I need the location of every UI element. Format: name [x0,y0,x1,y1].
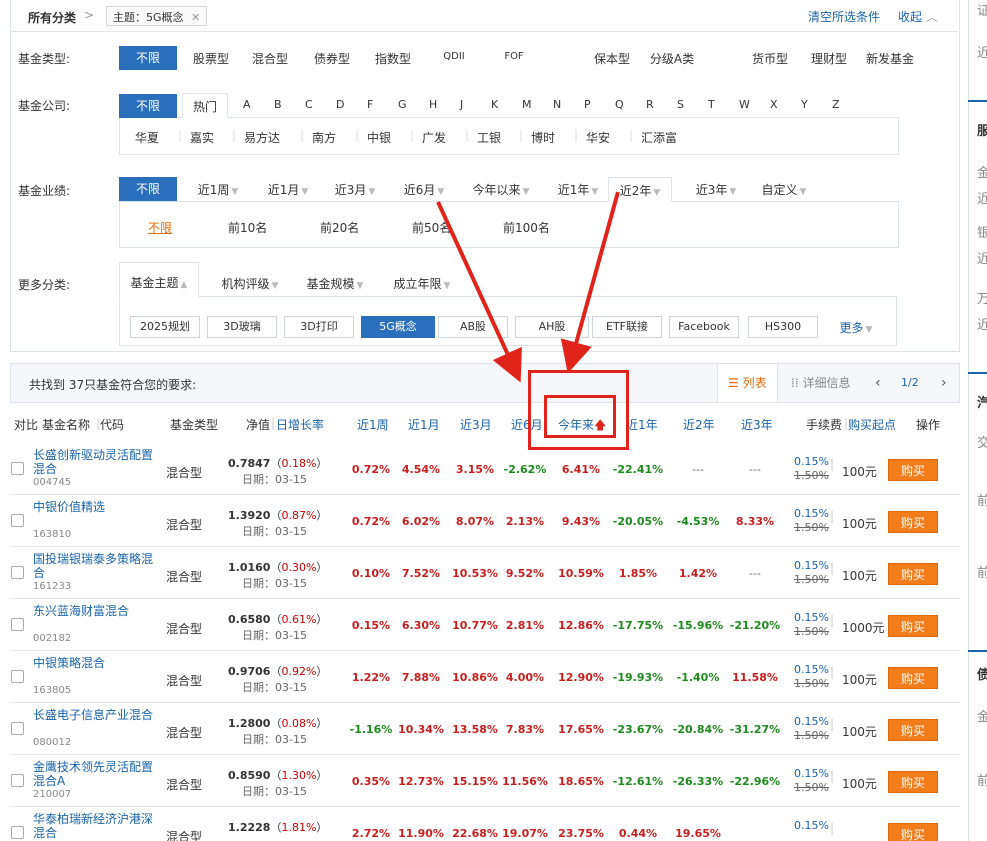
sidebar-text: 万 [977,292,987,307]
annotation-arrows [436,191,620,383]
annotation-arrow-right [560,191,620,374]
sidebar-text: 证 [977,4,987,19]
sidebar-text: 银 [977,226,987,241]
annotation-arrow-left [436,201,522,383]
sidebar-section-divider [968,100,987,102]
sidebar-text: 前 [977,774,987,789]
sidebar-section-divider [968,650,987,652]
sidebar-text: 前 [977,566,987,581]
sidebar-text: 金 [977,166,987,181]
sidebar-section-divider [968,372,987,374]
sidebar-text: 汽 [977,396,987,411]
sidebar-text: 服 [977,124,987,139]
sidebar-text: 近 [977,192,987,207]
sidebar-text: 金 [977,710,987,725]
sidebar-text: 交 [977,436,987,451]
sidebar-text: 前 [977,494,987,509]
sidebar-text: 近 [977,252,987,267]
sidebar-text: 近 [977,46,987,61]
sidebar-text: 债 [977,668,987,683]
sidebar-text: 近 [977,318,987,333]
